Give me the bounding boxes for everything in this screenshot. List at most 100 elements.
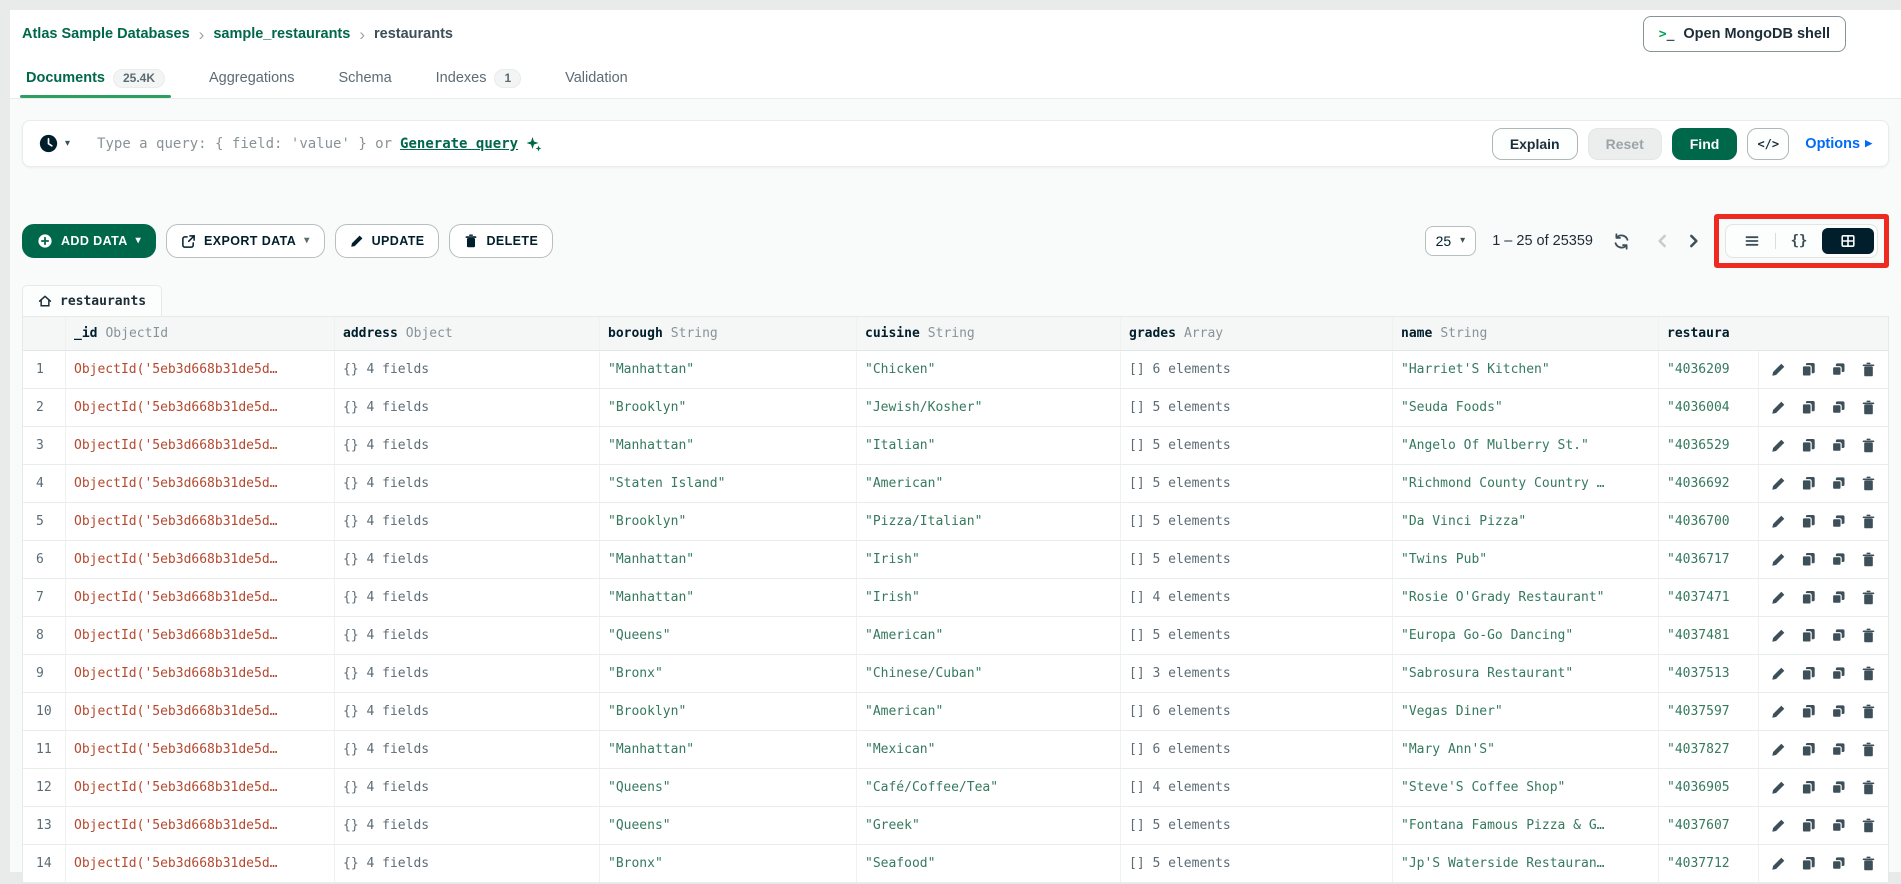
copy-document-button[interactable] [1801,362,1816,377]
table-row[interactable]: 10 ObjectId('5eb3d668b31de5d… {} 4 field… [23,693,1888,731]
edit-document-button[interactable] [1771,628,1786,643]
cell-name[interactable]: "Richmond County Country … [1393,465,1659,502]
cell-grades[interactable]: [] 4 elements [1121,579,1393,616]
cell-grades[interactable]: [] 5 elements [1121,807,1393,844]
next-page-button[interactable] [1684,232,1702,250]
cell-name[interactable]: "Fontana Famous Pizza & G… [1393,807,1659,844]
clone-document-button[interactable] [1831,742,1846,757]
copy-document-button[interactable] [1801,742,1816,757]
cell-cuisine[interactable]: "Jewish/Kosher" [857,389,1121,426]
copy-document-button[interactable] [1801,590,1816,605]
options-toggle[interactable]: Options ▶ [1805,136,1872,152]
tab-validation[interactable]: Validation [561,58,632,98]
cell-borough[interactable]: "Manhattan" [600,427,857,464]
cell-restaurant-id[interactable]: "4037712 [1659,845,1888,882]
cell-name[interactable]: "Sabrosura Restaurant" [1393,655,1659,692]
cell-grades[interactable]: [] 5 elements [1121,465,1393,502]
cell-name[interactable]: "Europa Go-Go Dancing" [1393,617,1659,654]
cell-grades[interactable]: [] 4 elements [1121,769,1393,806]
cell-restaurant-id[interactable]: "4037471 [1659,579,1888,616]
cell-address[interactable]: {} 4 fields [335,807,600,844]
column-header-_id[interactable]: _id ObjectId [66,317,335,350]
clone-document-button[interactable] [1831,628,1846,643]
cell-restaurant-id[interactable]: "4037607 [1659,807,1888,844]
cell-cuisine[interactable]: "Mexican" [857,731,1121,768]
clone-document-button[interactable] [1831,476,1846,491]
cell-name[interactable]: "Jp'S Waterside Restauran… [1393,845,1659,882]
cell-objectid[interactable]: ObjectId('5eb3d668b31de5d… [66,579,335,616]
query-history-dropdown[interactable]: ▾ [39,134,70,153]
cell-cuisine[interactable]: "Greek" [857,807,1121,844]
cell-borough[interactable]: "Queens" [600,769,857,806]
copy-document-button[interactable] [1801,438,1816,453]
delete-document-button[interactable] [1861,742,1876,757]
reset-button[interactable]: Reset [1588,128,1662,160]
find-button[interactable]: Find [1672,128,1738,160]
cell-name[interactable]: "Steve'S Coffee Shop" [1393,769,1659,806]
tab-aggregations[interactable]: Aggregations [205,58,298,98]
cell-name[interactable]: "Da Vinci Pizza" [1393,503,1659,540]
column-header-name[interactable]: name String [1393,317,1659,350]
cell-name[interactable]: "Angelo Of Mulberry St." [1393,427,1659,464]
cell-objectid[interactable]: ObjectId('5eb3d668b31de5d… [66,541,335,578]
refresh-button[interactable] [1613,233,1630,250]
copy-document-button[interactable] [1801,628,1816,643]
page-size-select[interactable]: 25 ▾ [1425,226,1477,256]
table-row[interactable]: 12 ObjectId('5eb3d668b31de5d… {} 4 field… [23,769,1888,807]
cell-restaurant-id[interactable]: "4036209 [1659,351,1888,388]
clone-document-button[interactable] [1831,780,1846,795]
cell-grades[interactable]: [] 5 elements [1121,427,1393,464]
cell-restaurant-id[interactable]: "4036692 [1659,465,1888,502]
cell-grades[interactable]: [] 6 elements [1121,693,1393,730]
table-row[interactable]: 5 ObjectId('5eb3d668b31de5d… {} 4 fields… [23,503,1888,541]
cell-cuisine[interactable]: "Irish" [857,541,1121,578]
cell-cuisine[interactable]: "American" [857,693,1121,730]
explain-button[interactable]: Explain [1492,128,1578,160]
cell-cuisine[interactable]: "Chicken" [857,351,1121,388]
copy-document-button[interactable] [1801,704,1816,719]
cell-grades[interactable]: [] 6 elements [1121,731,1393,768]
copy-document-button[interactable] [1801,780,1816,795]
tab-indexes[interactable]: Indexes 1 [432,58,525,98]
query-input[interactable]: Type a query: { field: 'value' } or Gene… [97,136,542,152]
delete-document-button[interactable] [1861,666,1876,681]
update-button[interactable]: UPDATE [335,224,440,258]
cell-address[interactable]: {} 4 fields [335,503,600,540]
cell-objectid[interactable]: ObjectId('5eb3d668b31de5d… [66,807,335,844]
cell-address[interactable]: {} 4 fields [335,541,600,578]
copy-document-button[interactable] [1801,476,1816,491]
copy-document-button[interactable] [1801,400,1816,415]
cell-objectid[interactable]: ObjectId('5eb3d668b31de5d… [66,655,335,692]
cell-grades[interactable]: [] 5 elements [1121,503,1393,540]
cell-borough[interactable]: "Manhattan" [600,579,857,616]
table-row[interactable]: 3 ObjectId('5eb3d668b31de5d… {} 4 fields… [23,427,1888,465]
column-header-grades[interactable]: grades Array [1121,317,1393,350]
table-row[interactable]: 6 ObjectId('5eb3d668b31de5d… {} 4 fields… [23,541,1888,579]
clone-document-button[interactable] [1831,590,1846,605]
cell-address[interactable]: {} 4 fields [335,579,600,616]
edit-document-button[interactable] [1771,362,1786,377]
cell-borough[interactable]: "Bronx" [600,655,857,692]
table-row[interactable]: 11 ObjectId('5eb3d668b31de5d… {} 4 field… [23,731,1888,769]
cell-address[interactable]: {} 4 fields [335,655,600,692]
edit-document-button[interactable] [1771,514,1786,529]
cell-restaurant-id[interactable]: "4036004 [1659,389,1888,426]
delete-document-button[interactable] [1861,856,1876,871]
cell-cuisine[interactable]: "Pizza/Italian" [857,503,1121,540]
edit-document-button[interactable] [1771,780,1786,795]
cell-cuisine[interactable]: "Chinese/Cuban" [857,655,1121,692]
cell-restaurant-id[interactable]: "4036529 [1659,427,1888,464]
cell-name[interactable]: "Harriet'S Kitchen" [1393,351,1659,388]
table-row[interactable]: 8 ObjectId('5eb3d668b31de5d… {} 4 fields… [23,617,1888,655]
delete-button[interactable]: DELETE [449,224,553,258]
collection-tab-restaurants[interactable]: restaurants [22,285,162,316]
prev-page-button[interactable] [1654,232,1672,250]
cell-address[interactable]: {} 4 fields [335,389,600,426]
cell-grades[interactable]: [] 6 elements [1121,351,1393,388]
cell-grades[interactable]: [] 5 elements [1121,845,1393,882]
clone-document-button[interactable] [1831,400,1846,415]
delete-document-button[interactable] [1861,438,1876,453]
cell-cuisine[interactable]: "Irish" [857,579,1121,616]
add-data-button[interactable]: ADD DATA ▾ [22,224,156,258]
delete-document-button[interactable] [1861,400,1876,415]
